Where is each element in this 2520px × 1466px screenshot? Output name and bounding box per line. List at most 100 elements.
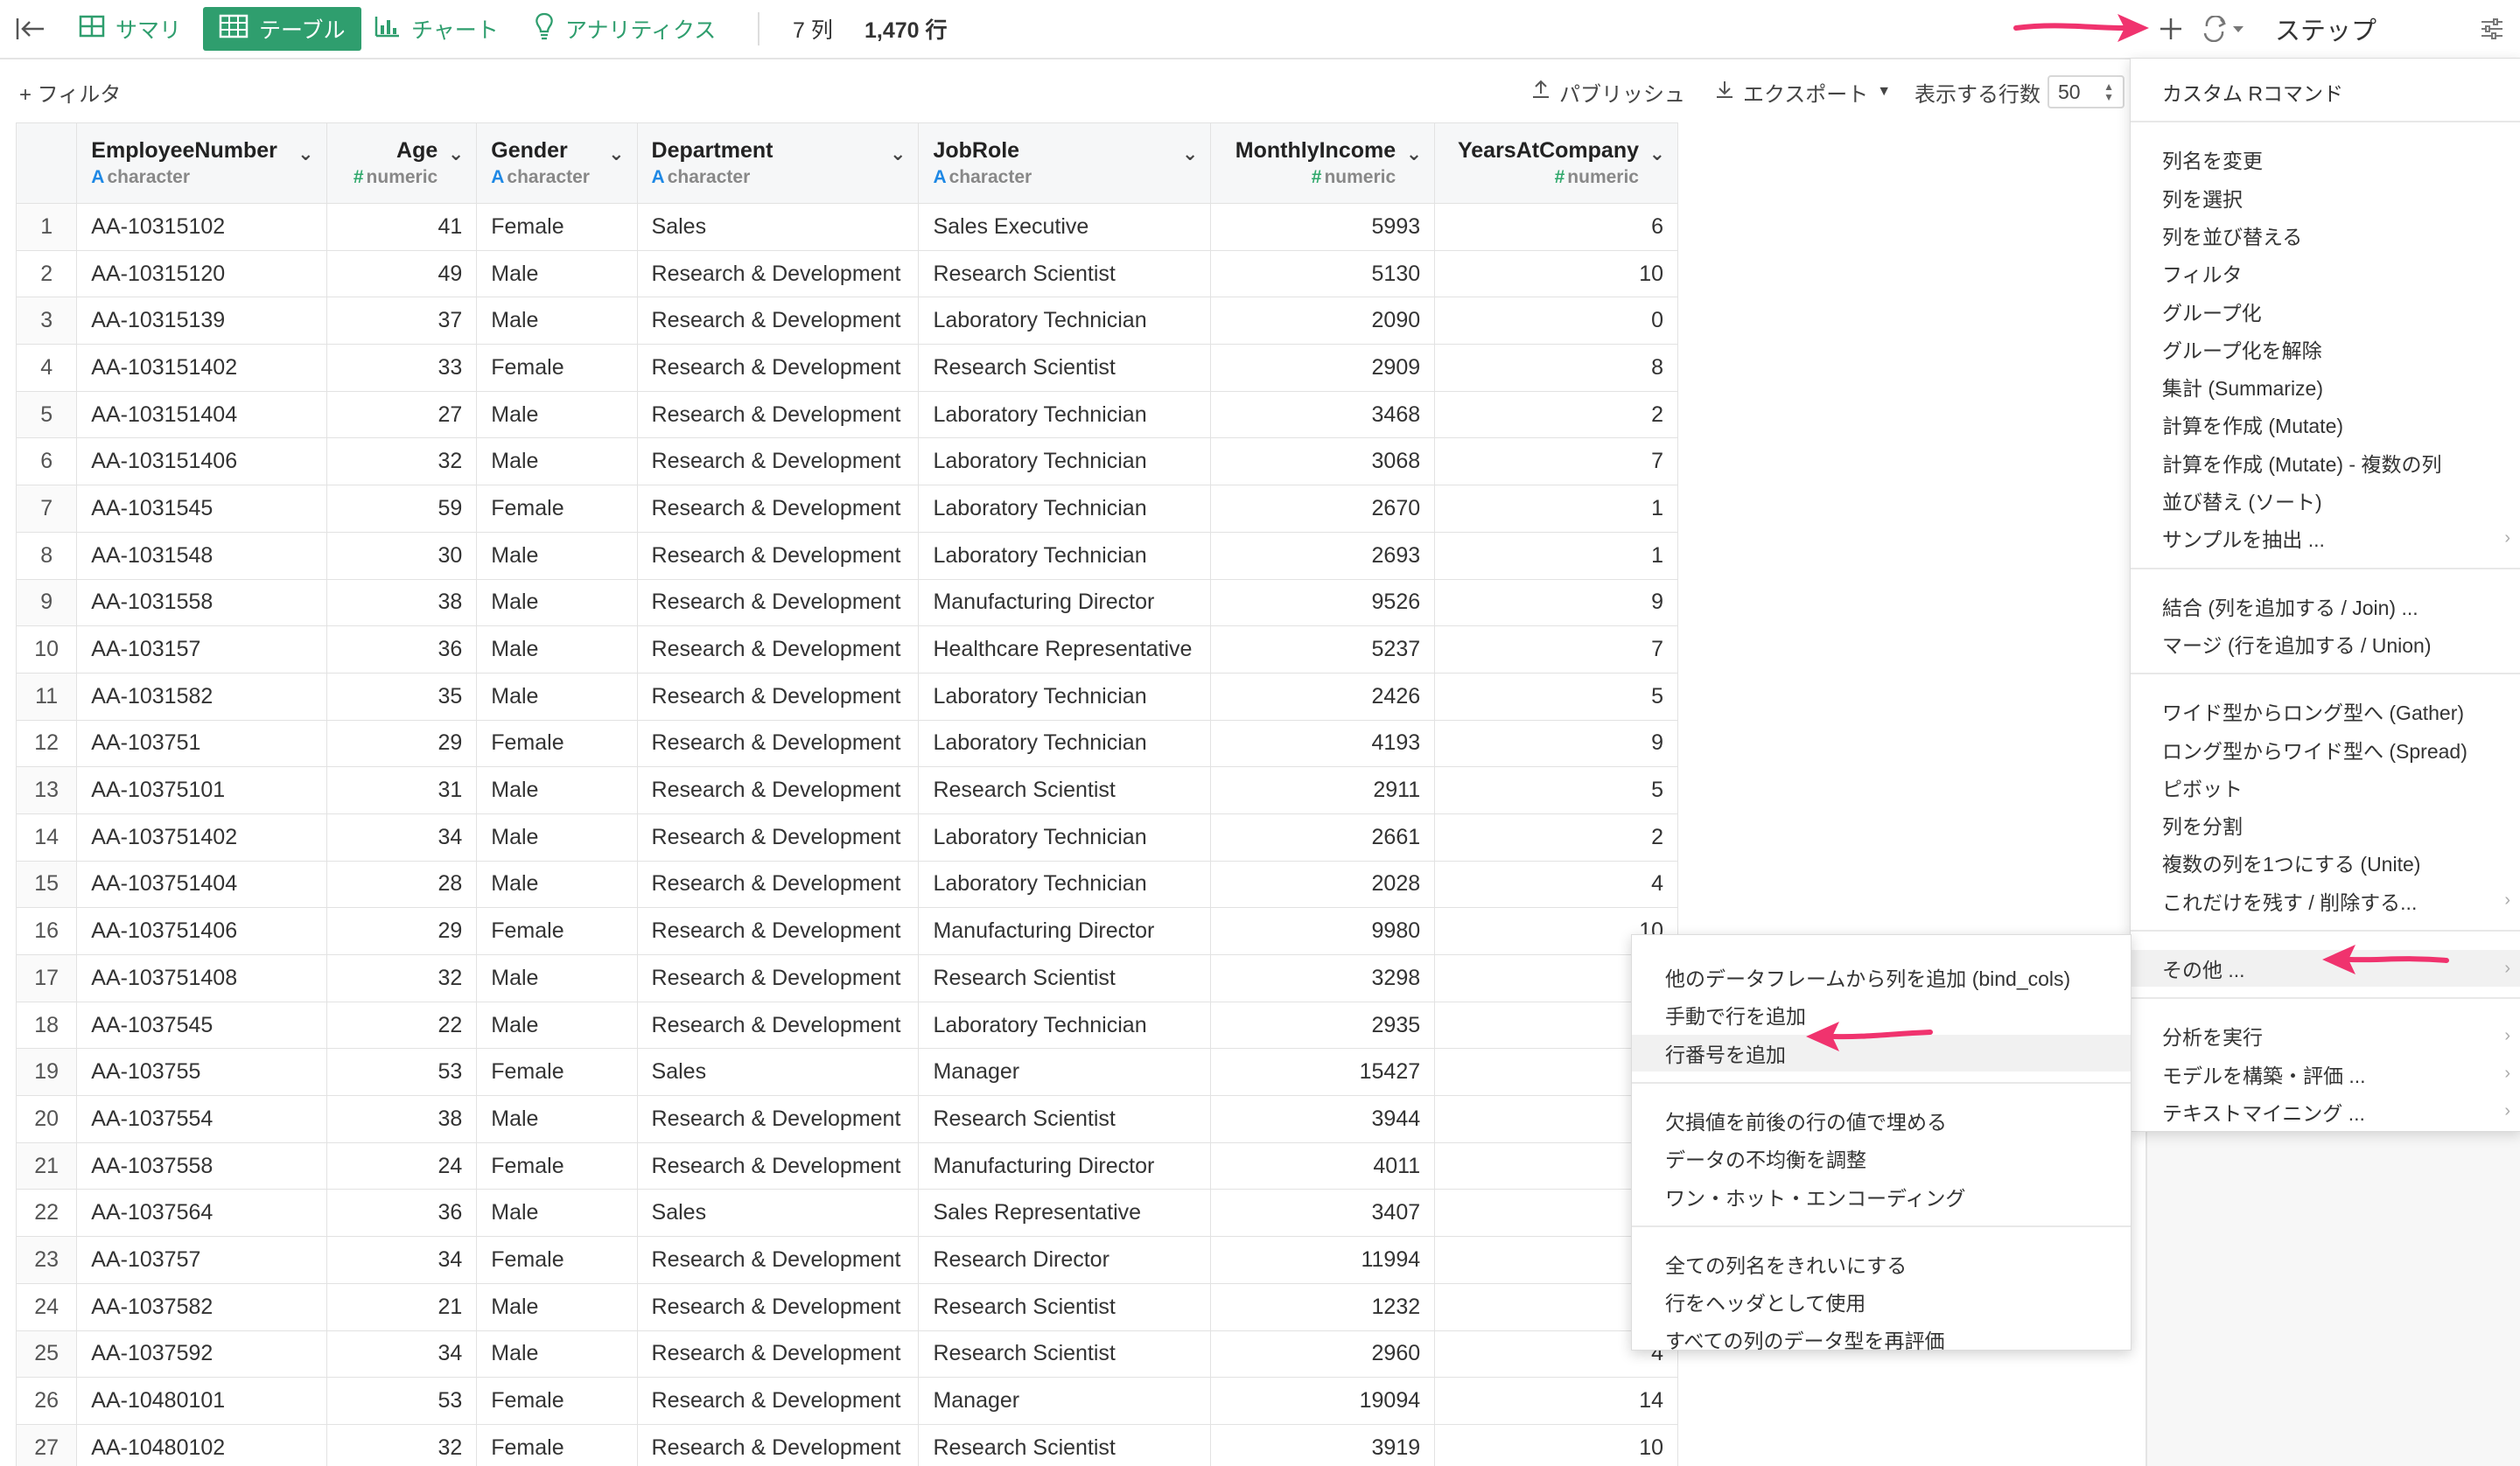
table-cell[interactable]: 9980 <box>1210 907 1436 955</box>
table-cell[interactable]: 1 <box>1434 485 1678 533</box>
table-cell[interactable]: Sales Executive <box>918 203 1212 251</box>
table-cell[interactable]: AA-1037554 <box>76 1095 327 1143</box>
table-cell[interactable]: 15427 <box>1210 1048 1436 1097</box>
table-cell[interactable]: 1232 <box>1210 1282 1436 1331</box>
column-header-jobrole[interactable]: JobRole Acharacter ⌄ <box>918 122 1212 204</box>
table-cell[interactable]: 59 <box>326 485 478 533</box>
table-cell[interactable]: Research & Development <box>636 437 920 486</box>
table-cell[interactable]: Male <box>476 860 638 909</box>
table-cell[interactable]: 2693 <box>1210 531 1436 580</box>
table-cell[interactable]: 9526 <box>1210 578 1436 627</box>
table-cell[interactable]: AA-1037582 <box>76 1282 327 1331</box>
table-cell[interactable]: AA-103751402 <box>76 813 327 862</box>
table-cell[interactable]: 2911 <box>1210 766 1436 814</box>
table-cell[interactable]: 32 <box>326 1423 478 1466</box>
table-cell[interactable]: Research Scientist <box>918 1423 1212 1466</box>
table-cell[interactable]: AA-10315139 <box>76 297 327 346</box>
table-cell[interactable]: Research Scientist <box>918 1095 1212 1143</box>
table-cell[interactable]: Research Director <box>918 1236 1212 1284</box>
column-header-age[interactable]: Age # numeric ⌄ <box>326 122 478 204</box>
step-menu-item[interactable]: グループ化を解除 <box>2131 331 2520 367</box>
table-cell[interactable]: Male <box>476 1001 638 1050</box>
table-cell[interactable]: AA-103151402 <box>76 344 327 392</box>
table-cell[interactable]: Research & Development <box>636 1330 920 1379</box>
table-cell[interactable]: Research & Development <box>636 1423 920 1466</box>
submenu-item[interactable]: 手動で行を追加 <box>1632 996 2131 1033</box>
table-cell[interactable]: 36 <box>326 625 478 674</box>
table-cell[interactable]: Research & Development <box>636 719 920 768</box>
table-cell[interactable]: Healthcare Representative <box>918 625 1212 674</box>
table-cell[interactable]: 38 <box>326 1095 478 1143</box>
step-menu-item[interactable]: グループ化 <box>2131 293 2520 330</box>
table-cell[interactable]: 2661 <box>1210 813 1436 862</box>
table-cell[interactable]: Research & Development <box>636 766 920 814</box>
table-cell[interactable]: Male <box>476 249 638 298</box>
chevron-down-icon[interactable]: ⌄ <box>1649 143 1665 165</box>
table-cell[interactable]: 3407 <box>1210 1189 1436 1238</box>
table-cell[interactable]: AA-103757 <box>76 1236 327 1284</box>
step-menu-item[interactable]: 列を分割 <box>2131 806 2520 843</box>
table-cell[interactable]: Female <box>476 344 638 392</box>
table-cell[interactable]: Female <box>476 907 638 955</box>
table-cell[interactable]: Male <box>476 766 638 814</box>
table-cell[interactable]: 0 <box>1434 297 1678 346</box>
table-cell[interactable]: 49 <box>326 249 478 298</box>
table-cell[interactable]: Research & Development <box>636 1236 920 1284</box>
table-cell[interactable]: 34 <box>326 1330 478 1379</box>
table-cell[interactable]: AA-103151404 <box>76 390 327 439</box>
table-cell[interactable]: Research & Development <box>636 954 920 1002</box>
step-menu-item[interactable]: ロング型からワイド型へ (Spread) <box>2131 731 2520 768</box>
tab-table[interactable]: テーブル <box>203 7 361 51</box>
table-cell[interactable]: Male <box>476 672 638 721</box>
table-cell[interactable]: 2909 <box>1210 344 1436 392</box>
table-cell[interactable]: Laboratory Technician <box>918 1001 1212 1050</box>
step-menu-item[interactable]: マージ (行を追加する / Union) <box>2131 625 2520 662</box>
table-cell[interactable]: 2090 <box>1210 297 1436 346</box>
column-header-gender[interactable]: Gender Acharacter ⌄ <box>476 122 638 204</box>
table-cell[interactable]: Research & Development <box>636 1095 920 1143</box>
table-cell[interactable]: AA-1037592 <box>76 1330 327 1379</box>
submenu-item[interactable]: 全ての列名をきれいにする <box>1632 1246 2131 1282</box>
table-cell[interactable]: Research & Development <box>636 390 920 439</box>
table-cell[interactable]: 3298 <box>1210 954 1436 1002</box>
table-cell[interactable]: 1 <box>1434 531 1678 580</box>
table-cell[interactable]: 8 <box>1434 344 1678 392</box>
step-menu-item[interactable]: モデルを構築・評価 ... › <box>2131 1056 2520 1093</box>
step-menu-item[interactable]: テキストマイニング ... › <box>2131 1093 2520 1130</box>
table-cell[interactable]: 2 <box>1434 390 1678 439</box>
table-cell[interactable]: Research & Development <box>636 578 920 627</box>
table-cell[interactable]: 10 <box>1434 1423 1678 1466</box>
table-cell[interactable]: Sales <box>636 203 920 251</box>
step-menu-item[interactable]: その他 ... › <box>2131 950 2520 987</box>
tab-analytics[interactable]: アナリティクス <box>534 0 716 58</box>
table-cell[interactable]: AA-10315102 <box>76 203 327 251</box>
table-cell[interactable]: 7 <box>1434 625 1678 674</box>
table-cell[interactable]: 37 <box>326 297 478 346</box>
step-menu-item[interactable]: 列名を変更 <box>2131 141 2520 178</box>
step-menu-item[interactable]: カスタム Rコマンド <box>2131 73 2520 110</box>
table-cell[interactable]: 29 <box>326 907 478 955</box>
table-cell[interactable]: Laboratory Technician <box>918 437 1212 486</box>
table-cell[interactable]: Laboratory Technician <box>918 390 1212 439</box>
table-cell[interactable]: Male <box>476 1330 638 1379</box>
table-cell[interactable]: Laboratory Technician <box>918 860 1212 909</box>
table-cell[interactable]: AA-1031582 <box>76 672 327 721</box>
table-cell[interactable]: Male <box>476 813 638 862</box>
table-cell[interactable]: 3919 <box>1210 1423 1436 1466</box>
table-cell[interactable]: 31 <box>326 766 478 814</box>
table-cell[interactable]: Research Scientist <box>918 249 1212 298</box>
table-cell[interactable]: 10 <box>1434 249 1678 298</box>
table-cell[interactable]: Research & Development <box>636 344 920 392</box>
table-cell[interactable]: 5130 <box>1210 249 1436 298</box>
table-cell[interactable]: 7 <box>1434 437 1678 486</box>
table-cell[interactable]: Laboratory Technician <box>918 813 1212 862</box>
table-cell[interactable]: 2426 <box>1210 672 1436 721</box>
table-cell[interactable]: 33 <box>326 344 478 392</box>
table-cell[interactable]: 53 <box>326 1048 478 1097</box>
table-cell[interactable]: Female <box>476 1377 638 1425</box>
table-cell[interactable]: 5237 <box>1210 625 1436 674</box>
add-filter-button[interactable]: + フィルタ <box>19 61 121 122</box>
tab-chart[interactable]: チャート <box>374 0 499 58</box>
table-cell[interactable]: Male <box>476 1282 638 1331</box>
table-cell[interactable]: Manager <box>918 1048 1212 1097</box>
